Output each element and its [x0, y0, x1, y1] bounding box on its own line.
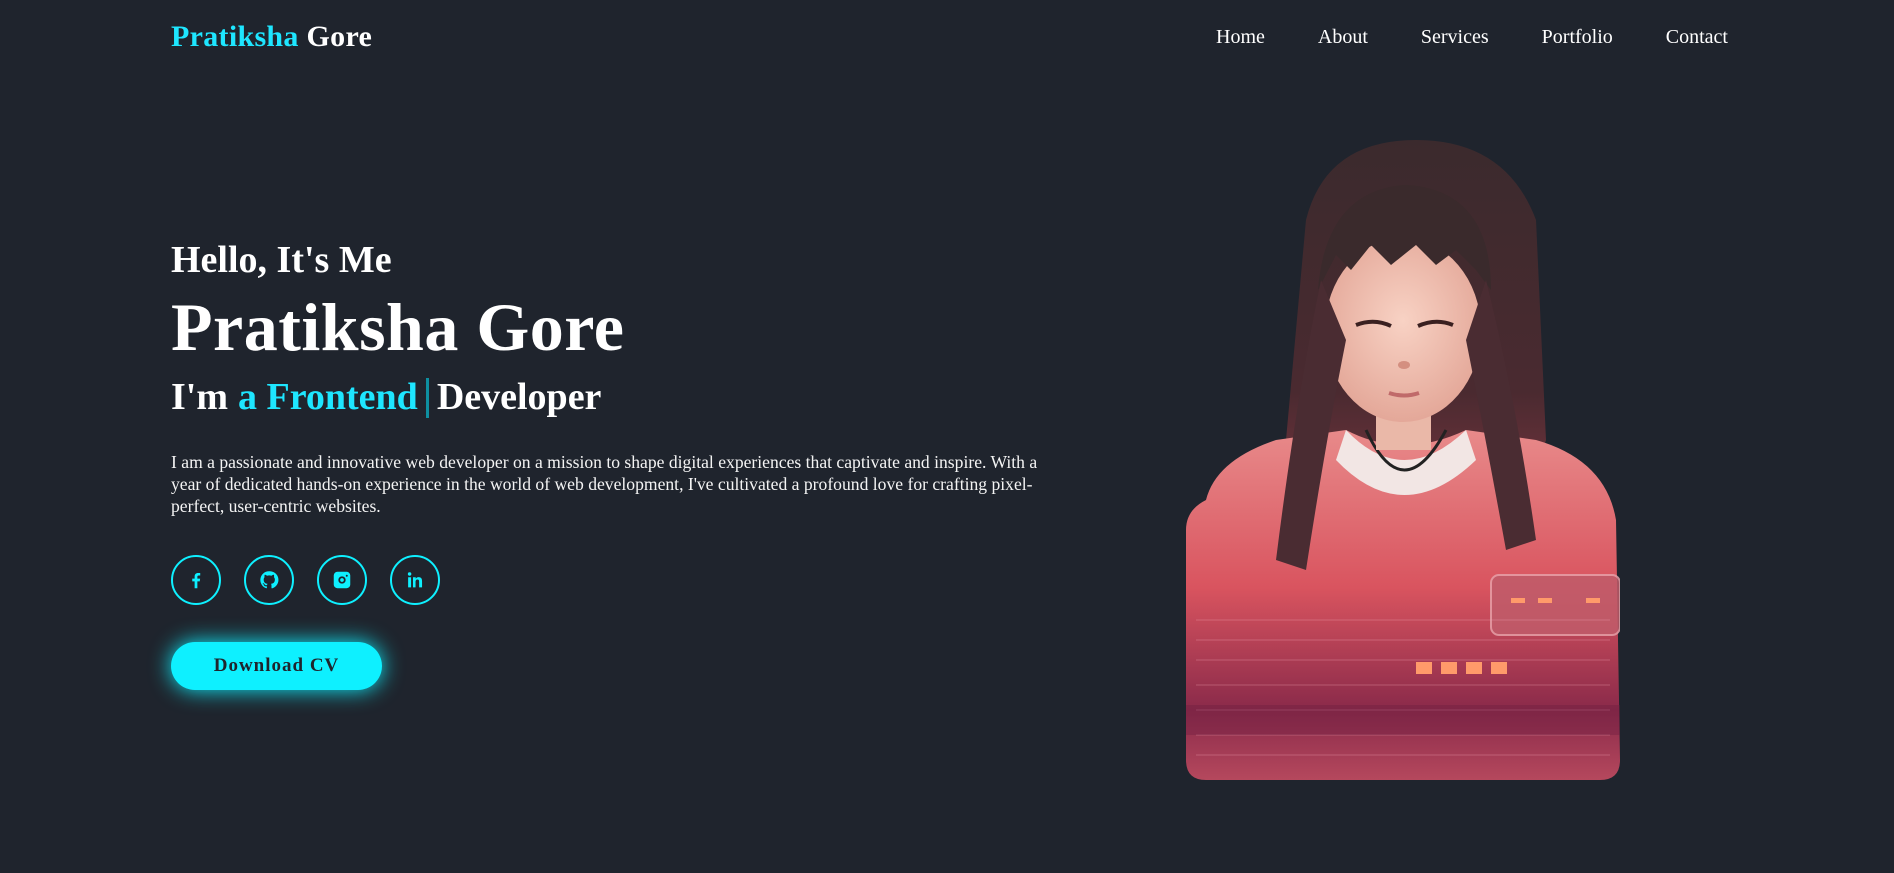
- hero-content: Hello, It's Me Pratiksha Gore I'm a Fron…: [171, 238, 1071, 690]
- profile-illustration: [1186, 140, 1620, 780]
- nav-services[interactable]: Services: [1421, 26, 1489, 49]
- nav-portfolio[interactable]: Portfolio: [1542, 26, 1613, 49]
- logo-last-name: Gore: [306, 20, 373, 53]
- linkedin-link[interactable]: [390, 554, 440, 605]
- github-link[interactable]: [244, 554, 294, 605]
- site-header: Pratiksha Gore Home About Services Portf…: [0, 0, 1894, 78]
- nav-contact[interactable]: Contact: [1666, 26, 1728, 49]
- nav-home[interactable]: Home: [1216, 26, 1265, 49]
- hero-role: I'm a Frontend Developer: [171, 375, 1071, 421]
- social-links: [171, 554, 1071, 605]
- logo[interactable]: Pratiksha Gore: [171, 20, 372, 54]
- instagram-icon: [333, 571, 351, 588]
- download-cv-button[interactable]: Download CV: [171, 641, 382, 690]
- facebook-link[interactable]: [171, 554, 221, 605]
- facebook-icon: [192, 572, 201, 588]
- role-accent: a Frontend: [238, 375, 418, 418]
- role-prefix: I'm: [171, 375, 228, 418]
- role-suffix: Developer: [436, 375, 602, 418]
- linkedin-icon: [407, 571, 423, 587]
- instagram-link[interactable]: [317, 554, 367, 605]
- logo-first-name: Pratiksha: [171, 20, 299, 53]
- typing-cursor: [425, 377, 429, 418]
- hero-name: Pratiksha Gore: [171, 288, 625, 365]
- hero-description: I am a passionate and innovative web dev…: [171, 451, 1038, 516]
- page: Pratiksha Gore Home About Services Portf…: [0, 0, 1894, 873]
- nav-about[interactable]: About: [1318, 26, 1368, 49]
- main-nav: Home About Services Portfolio Contact: [1216, 26, 1728, 49]
- github-icon: [260, 570, 279, 588]
- hero-greeting: Hello, It's Me: [171, 239, 392, 281]
